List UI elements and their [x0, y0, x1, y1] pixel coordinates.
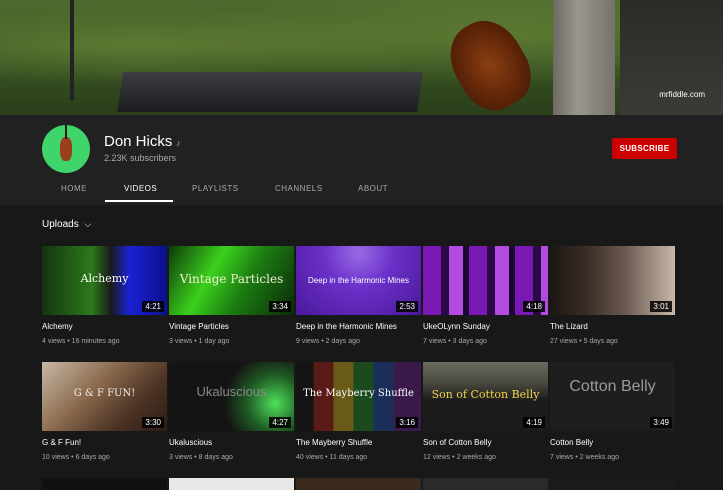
thumbnail-text: Son of Cotton Belly: [431, 388, 540, 401]
video-thumbnail[interactable]: Son of Cotton Belly 4:19: [423, 362, 548, 431]
channel-name: Don Hicks: [104, 133, 173, 150]
banner-credit: mrfiddle.com: [659, 90, 705, 99]
tab-channels[interactable]: CHANNELS: [275, 184, 323, 193]
video-duration: 4:19: [523, 417, 545, 428]
video-meta: 27 views • 5 days ago: [550, 338, 618, 345]
video-duration: 2:53: [396, 301, 418, 312]
tab-home[interactable]: HOME: [61, 184, 87, 193]
banner-tree: [553, 0, 615, 115]
thumbnail-text: Ukaluscious: [196, 384, 267, 399]
video-title[interactable]: G & F Fun!: [42, 438, 81, 447]
active-tab-indicator: [105, 200, 173, 202]
video-meta: 3 views • 1 day ago: [169, 338, 230, 345]
thumbnail-text: Alchemy: [80, 272, 129, 285]
video-thumbnail-partial[interactable]: [550, 478, 675, 490]
video-title[interactable]: The Lizard: [550, 322, 588, 331]
video-meta: 9 views • 2 days ago: [296, 338, 360, 345]
video-thumbnail[interactable]: Cotton Belly 3:49: [550, 362, 675, 431]
channel-banner: mrfiddle.com: [0, 0, 723, 115]
video-duration: 3:01: [650, 301, 672, 312]
uploads-label: Uploads: [42, 219, 79, 230]
channel-header: Don Hicks ♪ 2.23K subscribers SUBSCRIBE …: [0, 115, 723, 205]
chevron-down-icon: ⌵: [84, 219, 92, 229]
tab-videos[interactable]: VIDEOS: [124, 184, 157, 193]
video-title[interactable]: Ukaluscious: [169, 438, 212, 447]
tab-about[interactable]: ABOUT: [358, 184, 388, 193]
video-meta: 10 views • 6 days ago: [42, 454, 110, 461]
music-note-icon: ♪: [176, 138, 181, 148]
avatar[interactable]: [42, 125, 90, 173]
tab-playlists[interactable]: PLAYLISTS: [192, 184, 239, 193]
thumbnail-text: Vintage Particles: [179, 272, 284, 286]
banner-pedalboard: [117, 72, 423, 112]
banner-violin: [437, 8, 543, 115]
uploads-dropdown[interactable]: Uploads ⌵: [42, 219, 91, 230]
video-title[interactable]: The Mayberry Shuffle: [296, 438, 372, 447]
video-thumbnail[interactable]: Ukaluscious 4:27: [169, 362, 294, 431]
video-duration: 3:30: [142, 417, 164, 428]
video-meta: 40 views • 11 days ago: [296, 454, 368, 461]
thumbnail-text: G & F FUN!: [73, 388, 136, 399]
video-thumbnail[interactable]: Deep in the Harmonic Mines 2:53: [296, 246, 421, 315]
thumbnail-text: Deep in the Harmonic Mines: [308, 276, 409, 285]
video-thumbnail-partial[interactable]: [423, 478, 548, 490]
video-title[interactable]: Deep in the Harmonic Mines: [296, 322, 397, 331]
video-meta: 12 views • 2 weeks ago: [423, 454, 496, 461]
subscribe-button[interactable]: SUBSCRIBE: [612, 138, 677, 159]
subscriber-count: 2.23K subscribers: [104, 153, 177, 163]
video-title[interactable]: Alchemy: [42, 322, 73, 331]
violin-icon: [60, 125, 72, 161]
video-duration: 3:34: [269, 301, 291, 312]
video-duration: 3:16: [396, 417, 418, 428]
video-title[interactable]: UkeOLynn Sunday: [423, 322, 490, 331]
video-duration: 4:21: [142, 301, 164, 312]
thumbnail-text: Cotton Belly: [569, 378, 656, 395]
video-thumbnail[interactable]: Vintage Particles 3:34: [169, 246, 294, 315]
video-thumbnail-partial[interactable]: [296, 478, 421, 490]
video-thumbnail[interactable]: 3:01: [550, 246, 675, 315]
video-thumbnail[interactable]: 4:18: [423, 246, 548, 315]
video-thumbnail-partial[interactable]: [42, 478, 167, 490]
thumbnail-text: The Mayberry Shuffle: [303, 388, 414, 399]
video-duration: 4:18: [523, 301, 545, 312]
video-title[interactable]: Vintage Particles: [169, 322, 229, 331]
video-thumbnail[interactable]: Alchemy 4:21: [42, 246, 167, 315]
video-title[interactable]: Cotton Belly: [550, 438, 593, 447]
video-thumbnail-partial[interactable]: [169, 478, 294, 490]
video-thumbnail[interactable]: The Mayberry Shuffle 3:16: [296, 362, 421, 431]
video-meta: 7 views • 2 weeks ago: [550, 454, 619, 461]
video-duration: 3:49: [650, 417, 672, 428]
banner-pole: [70, 0, 74, 100]
video-duration: 4:27: [269, 417, 291, 428]
video-thumbnail[interactable]: G & F FUN! 3:30: [42, 362, 167, 431]
video-title[interactable]: Son of Cotton Belly: [423, 438, 491, 447]
video-meta: 3 views • 8 days ago: [169, 454, 233, 461]
video-meta: 4 views • 16 minutes ago: [42, 338, 120, 345]
video-meta: 7 views • 3 days ago: [423, 338, 487, 345]
